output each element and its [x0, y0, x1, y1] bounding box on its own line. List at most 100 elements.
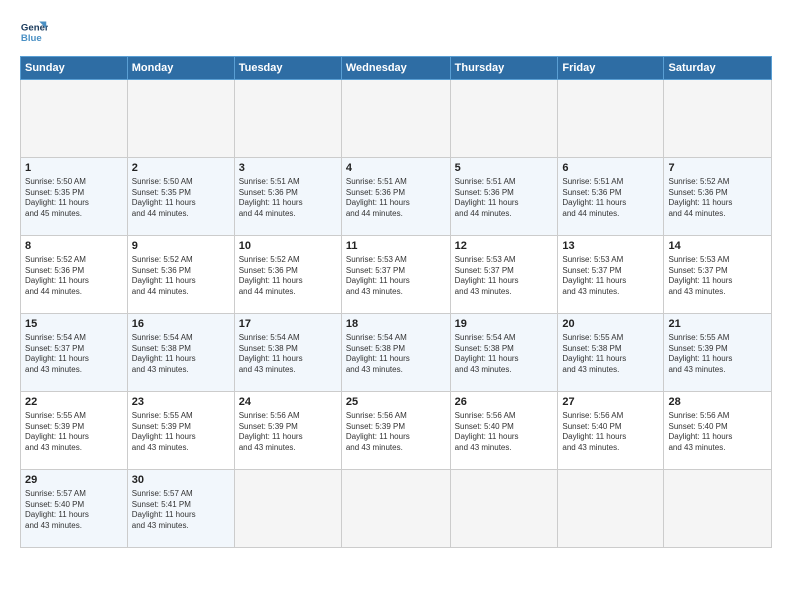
day-number: 24 [239, 395, 337, 410]
day-info: Sunrise: 5:53 AM Sunset: 5:37 PM Dayligh… [346, 255, 410, 296]
calendar-cell: 23Sunrise: 5:55 AM Sunset: 5:39 PM Dayli… [127, 392, 234, 470]
day-info: Sunrise: 5:55 AM Sunset: 5:39 PM Dayligh… [25, 411, 89, 452]
calendar-cell [234, 470, 341, 548]
day-info: Sunrise: 5:51 AM Sunset: 5:36 PM Dayligh… [562, 177, 626, 218]
calendar-cell: 13Sunrise: 5:53 AM Sunset: 5:37 PM Dayli… [558, 236, 664, 314]
calendar-cell [558, 80, 664, 158]
calendar-cell: 25Sunrise: 5:56 AM Sunset: 5:39 PM Dayli… [341, 392, 450, 470]
weekday-header: Friday [558, 57, 664, 80]
day-info: Sunrise: 5:55 AM Sunset: 5:39 PM Dayligh… [132, 411, 196, 452]
calendar-header-row: SundayMondayTuesdayWednesdayThursdayFrid… [21, 57, 772, 80]
day-number: 21 [668, 317, 767, 332]
calendar-cell: 21Sunrise: 5:55 AM Sunset: 5:39 PM Dayli… [664, 314, 772, 392]
day-info: Sunrise: 5:53 AM Sunset: 5:37 PM Dayligh… [455, 255, 519, 296]
day-info: Sunrise: 5:50 AM Sunset: 5:35 PM Dayligh… [132, 177, 196, 218]
day-number: 25 [346, 395, 446, 410]
day-info: Sunrise: 5:52 AM Sunset: 5:36 PM Dayligh… [25, 255, 89, 296]
calendar-cell: 22Sunrise: 5:55 AM Sunset: 5:39 PM Dayli… [21, 392, 128, 470]
day-number: 17 [239, 317, 337, 332]
calendar-cell [450, 80, 558, 158]
day-number: 12 [455, 239, 554, 254]
logo: General Blue [20, 18, 52, 46]
calendar-cell: 26Sunrise: 5:56 AM Sunset: 5:40 PM Dayli… [450, 392, 558, 470]
day-number: 20 [562, 317, 659, 332]
day-number: 10 [239, 239, 337, 254]
calendar-table: SundayMondayTuesdayWednesdayThursdayFrid… [20, 56, 772, 548]
day-number: 27 [562, 395, 659, 410]
day-info: Sunrise: 5:55 AM Sunset: 5:39 PM Dayligh… [668, 333, 732, 374]
day-info: Sunrise: 5:52 AM Sunset: 5:36 PM Dayligh… [239, 255, 303, 296]
day-info: Sunrise: 5:52 AM Sunset: 5:36 PM Dayligh… [132, 255, 196, 296]
day-number: 3 [239, 161, 337, 176]
weekday-header: Tuesday [234, 57, 341, 80]
calendar-cell: 28Sunrise: 5:56 AM Sunset: 5:40 PM Dayli… [664, 392, 772, 470]
day-info: Sunrise: 5:53 AM Sunset: 5:37 PM Dayligh… [668, 255, 732, 296]
day-number: 2 [132, 161, 230, 176]
calendar-cell: 2Sunrise: 5:50 AM Sunset: 5:35 PM Daylig… [127, 158, 234, 236]
day-info: Sunrise: 5:56 AM Sunset: 5:40 PM Dayligh… [668, 411, 732, 452]
day-number: 9 [132, 239, 230, 254]
day-info: Sunrise: 5:54 AM Sunset: 5:38 PM Dayligh… [239, 333, 303, 374]
day-info: Sunrise: 5:52 AM Sunset: 5:36 PM Dayligh… [668, 177, 732, 218]
day-number: 11 [346, 239, 446, 254]
day-number: 23 [132, 395, 230, 410]
page-header: General Blue [20, 18, 772, 46]
day-info: Sunrise: 5:56 AM Sunset: 5:39 PM Dayligh… [346, 411, 410, 452]
calendar-cell: 1Sunrise: 5:50 AM Sunset: 5:35 PM Daylig… [21, 158, 128, 236]
day-info: Sunrise: 5:50 AM Sunset: 5:35 PM Dayligh… [25, 177, 89, 218]
weekday-header: Monday [127, 57, 234, 80]
calendar-cell [341, 470, 450, 548]
day-number: 15 [25, 317, 123, 332]
day-info: Sunrise: 5:51 AM Sunset: 5:36 PM Dayligh… [346, 177, 410, 218]
calendar-cell: 14Sunrise: 5:53 AM Sunset: 5:37 PM Dayli… [664, 236, 772, 314]
svg-text:Blue: Blue [21, 33, 42, 44]
day-number: 28 [668, 395, 767, 410]
day-number: 22 [25, 395, 123, 410]
calendar-cell: 19Sunrise: 5:54 AM Sunset: 5:38 PM Dayli… [450, 314, 558, 392]
calendar-cell: 18Sunrise: 5:54 AM Sunset: 5:38 PM Dayli… [341, 314, 450, 392]
day-info: Sunrise: 5:56 AM Sunset: 5:40 PM Dayligh… [455, 411, 519, 452]
calendar-cell: 11Sunrise: 5:53 AM Sunset: 5:37 PM Dayli… [341, 236, 450, 314]
day-info: Sunrise: 5:51 AM Sunset: 5:36 PM Dayligh… [455, 177, 519, 218]
calendar-cell: 29Sunrise: 5:57 AM Sunset: 5:40 PM Dayli… [21, 470, 128, 548]
day-number: 6 [562, 161, 659, 176]
calendar-cell [664, 80, 772, 158]
calendar-cell: 10Sunrise: 5:52 AM Sunset: 5:36 PM Dayli… [234, 236, 341, 314]
weekday-header: Thursday [450, 57, 558, 80]
day-info: Sunrise: 5:55 AM Sunset: 5:38 PM Dayligh… [562, 333, 626, 374]
calendar-week-row: 1Sunrise: 5:50 AM Sunset: 5:35 PM Daylig… [21, 158, 772, 236]
day-info: Sunrise: 5:57 AM Sunset: 5:40 PM Dayligh… [25, 489, 89, 530]
calendar-cell: 27Sunrise: 5:56 AM Sunset: 5:40 PM Dayli… [558, 392, 664, 470]
calendar-week-row: 29Sunrise: 5:57 AM Sunset: 5:40 PM Dayli… [21, 470, 772, 548]
calendar-cell [664, 470, 772, 548]
calendar-cell: 9Sunrise: 5:52 AM Sunset: 5:36 PM Daylig… [127, 236, 234, 314]
calendar-cell: 20Sunrise: 5:55 AM Sunset: 5:38 PM Dayli… [558, 314, 664, 392]
day-number: 8 [25, 239, 123, 254]
calendar-cell [558, 470, 664, 548]
calendar-cell: 7Sunrise: 5:52 AM Sunset: 5:36 PM Daylig… [664, 158, 772, 236]
calendar-cell [341, 80, 450, 158]
calendar-cell: 17Sunrise: 5:54 AM Sunset: 5:38 PM Dayli… [234, 314, 341, 392]
day-info: Sunrise: 5:54 AM Sunset: 5:38 PM Dayligh… [132, 333, 196, 374]
calendar-cell [21, 80, 128, 158]
logo-icon: General Blue [20, 18, 48, 46]
day-number: 1 [25, 161, 123, 176]
day-number: 30 [132, 473, 230, 488]
calendar-cell: 6Sunrise: 5:51 AM Sunset: 5:36 PM Daylig… [558, 158, 664, 236]
calendar-cell: 3Sunrise: 5:51 AM Sunset: 5:36 PM Daylig… [234, 158, 341, 236]
day-number: 19 [455, 317, 554, 332]
day-number: 7 [668, 161, 767, 176]
day-number: 5 [455, 161, 554, 176]
weekday-header: Sunday [21, 57, 128, 80]
calendar-cell: 15Sunrise: 5:54 AM Sunset: 5:37 PM Dayli… [21, 314, 128, 392]
calendar-week-row: 15Sunrise: 5:54 AM Sunset: 5:37 PM Dayli… [21, 314, 772, 392]
calendar-cell [127, 80, 234, 158]
day-number: 4 [346, 161, 446, 176]
day-info: Sunrise: 5:53 AM Sunset: 5:37 PM Dayligh… [562, 255, 626, 296]
calendar-cell: 16Sunrise: 5:54 AM Sunset: 5:38 PM Dayli… [127, 314, 234, 392]
day-number: 29 [25, 473, 123, 488]
day-info: Sunrise: 5:51 AM Sunset: 5:36 PM Dayligh… [239, 177, 303, 218]
calendar-cell: 12Sunrise: 5:53 AM Sunset: 5:37 PM Dayli… [450, 236, 558, 314]
day-number: 13 [562, 239, 659, 254]
calendar-cell: 30Sunrise: 5:57 AM Sunset: 5:41 PM Dayli… [127, 470, 234, 548]
